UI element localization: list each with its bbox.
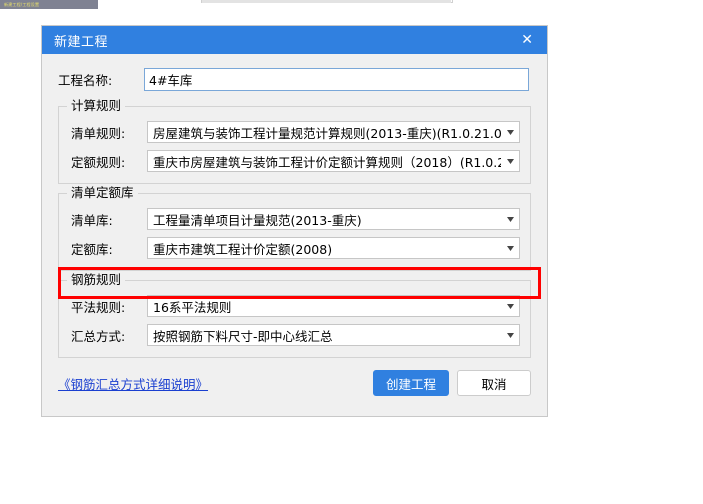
close-icon[interactable]: ✕ xyxy=(517,31,537,49)
quota-rule-label: 定额规则: xyxy=(71,154,126,170)
list-rule-value: 房屋建筑与装饰工程计量规范计算规则(2013-重庆)(R1.0.21.0) xyxy=(153,125,501,141)
background-app-fragment: 新建工程/工程设置 xyxy=(0,0,98,9)
group-rebar-rules-legend: 钢筋规则 xyxy=(67,273,126,287)
field-row-quota-library: 定额库: 重庆市建筑工程计价定额(2008) xyxy=(69,237,520,259)
dialog-titlebar: 新建工程 ✕ xyxy=(42,26,547,54)
dialog-title: 新建工程 xyxy=(54,34,109,50)
new-project-dialog: 新建工程 ✕ 工程名称: 计算规则 清单规则: 房屋建筑与装饰工程计量规范计算规… xyxy=(41,25,548,417)
chevron-down-icon xyxy=(501,245,519,251)
quota-rule-value: 重庆市房屋建筑与装饰工程计价定额计算规则（2018）(R1.0.21.0 xyxy=(153,154,501,170)
summary-method-select[interactable]: 按照钢筋下料尺寸-即中心线汇总 xyxy=(147,324,520,346)
group-calculation-rules-legend: 计算规则 xyxy=(67,99,126,113)
list-library-label: 清单库: xyxy=(71,212,113,228)
quota-library-value: 重庆市建筑工程计价定额(2008) xyxy=(153,241,333,257)
field-row-quota-rule: 定额规则: 重庆市房屋建筑与装饰工程计价定额计算规则（2018）(R1.0.21… xyxy=(69,150,520,172)
list-rule-select[interactable]: 房屋建筑与装饰工程计量规范计算规则(2013-重庆)(R1.0.21.0) xyxy=(147,121,520,143)
rebar-summary-help-link[interactable]: 《钢筋汇总方式详细说明》 xyxy=(58,374,208,393)
group-calculation-rules: 计算规则 清单规则: 房屋建筑与装饰工程计量规范计算规则(2013-重庆)(R1… xyxy=(58,99,531,184)
chevron-down-icon xyxy=(501,332,519,338)
background-fragment-label: 新建工程/工程设置 xyxy=(4,2,40,7)
summary-method-value: 按照钢筋下料尺寸-即中心线汇总 xyxy=(153,328,333,344)
group-library: 清单定额库 清单库: 工程量清单项目计量规范(2013-重庆) 定额库: 重庆市… xyxy=(58,186,531,271)
cancel-button[interactable]: 取消 xyxy=(457,370,531,396)
field-row-list-library: 清单库: 工程量清单项目计量规范(2013-重庆) xyxy=(69,208,520,230)
list-library-value: 工程量清单项目计量规范(2013-重庆) xyxy=(153,212,362,228)
summary-method-label: 汇总方式: xyxy=(71,328,126,344)
chevron-down-icon xyxy=(501,129,519,135)
dialog-body: 工程名称: 计算规则 清单规则: 房屋建筑与装饰工程计量规范计算规则(2013-… xyxy=(42,54,547,416)
quota-rule-select[interactable]: 重庆市房屋建筑与装饰工程计价定额计算规则（2018）(R1.0.21.0 xyxy=(147,150,520,172)
group-library-legend: 清单定额库 xyxy=(67,186,138,200)
project-name-row: 工程名称: xyxy=(42,54,547,97)
field-row-summary-method: 汇总方式: 按照钢筋下料尺寸-即中心线汇总 xyxy=(69,324,520,346)
list-rule-label: 清单规则: xyxy=(71,125,126,141)
chevron-down-icon xyxy=(501,216,519,222)
project-name-input-wrap xyxy=(144,68,531,91)
pingfa-rule-value: 16系平法规则 xyxy=(153,299,232,315)
chevron-down-icon xyxy=(501,158,519,164)
group-rebar-rules: 钢筋规则 平法规则: 16系平法规则 汇总方式: 按照钢筋下料尺寸-即中心线汇总 xyxy=(58,273,531,358)
list-library-select[interactable]: 工程量清单项目计量规范(2013-重庆) xyxy=(147,208,520,230)
dialog-footer: 《钢筋汇总方式详细说明》 创建工程 取消 xyxy=(42,358,547,396)
chevron-down-icon xyxy=(501,303,519,309)
create-project-button[interactable]: 创建工程 xyxy=(372,370,449,396)
field-row-list-rule: 清单规则: 房屋建筑与装饰工程计量规范计算规则(2013-重庆)(R1.0.21… xyxy=(69,121,520,143)
field-row-pingfa-rule: 平法规则: 16系平法规则 xyxy=(69,295,520,317)
pingfa-rule-label: 平法规则: xyxy=(71,299,126,315)
project-name-label: 工程名称: xyxy=(58,73,113,88)
pingfa-rule-select[interactable]: 16系平法规则 xyxy=(147,295,520,317)
background-panel-fragment-bar xyxy=(202,0,451,3)
project-name-input[interactable] xyxy=(144,68,529,91)
quota-library-label: 定额库: xyxy=(71,241,113,257)
quota-library-select[interactable]: 重庆市建筑工程计价定额(2008) xyxy=(147,237,520,259)
